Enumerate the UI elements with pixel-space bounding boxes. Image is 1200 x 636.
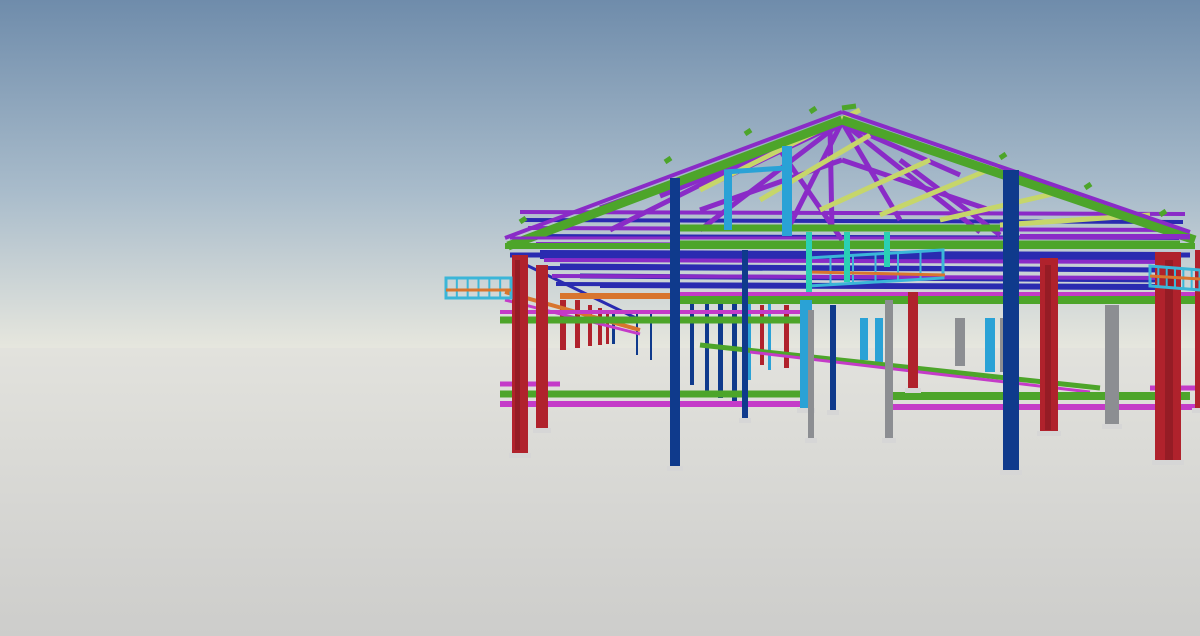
column-base-plate: [533, 428, 551, 433]
column-base-plate: [1102, 424, 1122, 429]
structural-column: [536, 265, 548, 430]
roof-purlin: [543, 258, 1174, 264]
far-column: [784, 305, 789, 368]
far-column: [875, 318, 883, 362]
column-shade: [1165, 260, 1173, 460]
far-column: [575, 300, 580, 348]
far-column: [955, 318, 965, 366]
column-base-plate: [1192, 408, 1200, 413]
roof-purlin: [519, 210, 1186, 216]
tray-hanger: [884, 232, 890, 267]
column-base-plate: [905, 388, 921, 393]
roof-cleat: [518, 215, 528, 225]
roof-purlin: [547, 266, 1172, 272]
column-base-plate: [1037, 431, 1061, 436]
column-base-plate: [805, 438, 817, 443]
far-column: [985, 318, 995, 372]
column-shade: [1045, 265, 1051, 430]
roof-purlin: [551, 274, 1170, 280]
column-base-plate: [739, 418, 751, 423]
structural-column: [670, 178, 680, 468]
roof-cleat: [743, 127, 753, 137]
column-shade: [515, 260, 520, 450]
truss-post: [724, 170, 732, 230]
roof-cleat: [808, 105, 818, 115]
truss-brace: [827, 124, 835, 231]
steel-structure-3d-render[interactable]: [0, 0, 1200, 636]
ridge-cap: [841, 103, 857, 111]
far-column: [860, 318, 868, 360]
structural-column: [1105, 305, 1119, 426]
tray-hanger: [806, 232, 812, 292]
roof-cleat: [1083, 181, 1093, 191]
structural-column: [808, 310, 814, 440]
truss-post: [782, 146, 792, 236]
structural-column: [742, 250, 748, 420]
structural-column: [885, 300, 893, 440]
column-base-plate: [882, 438, 896, 443]
column-base-plate: [667, 466, 683, 471]
tray-hanger: [844, 232, 850, 282]
structural-column: [830, 305, 836, 412]
roof-cleat: [998, 151, 1008, 161]
structural-column: [1003, 170, 1019, 472]
model-viewport[interactable]: [0, 0, 1200, 636]
column-base-plate: [1000, 470, 1022, 475]
column-base-plate: [1152, 460, 1184, 465]
structural-column: [908, 292, 918, 390]
roof-cleat: [663, 155, 673, 165]
column-base-plate: [509, 453, 531, 458]
column-base-plate: [827, 410, 839, 415]
roof-cleat: [1158, 208, 1168, 218]
